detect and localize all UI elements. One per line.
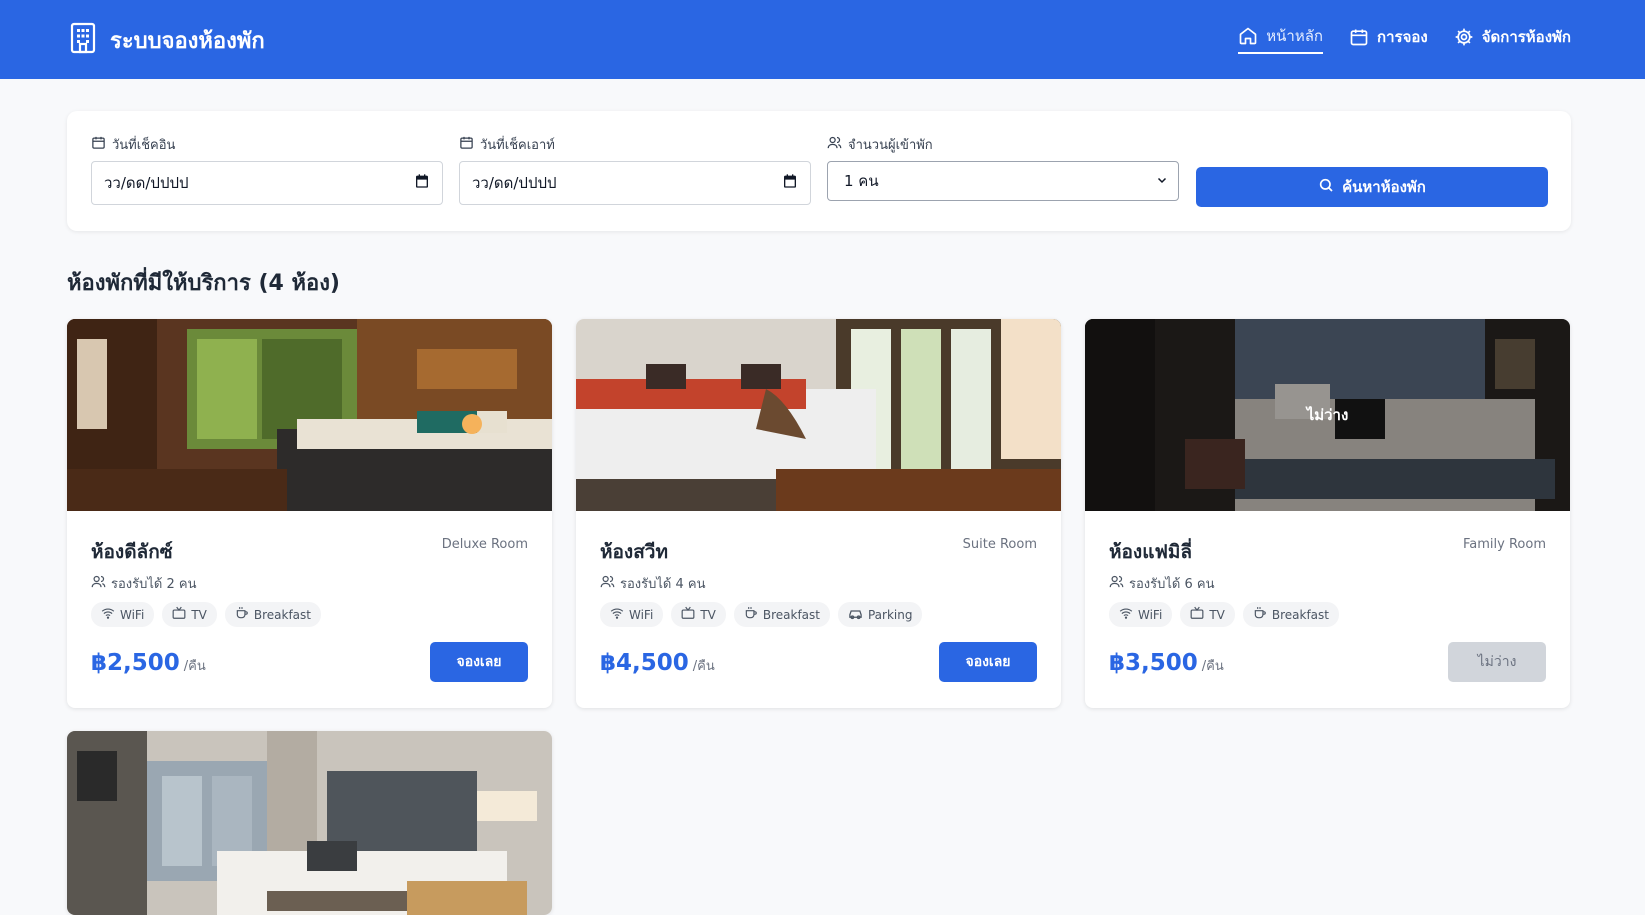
amenity-tag: TV	[671, 602, 726, 627]
amenity-list: WiFi TV Breakfast	[1109, 602, 1339, 627]
users-icon	[1109, 574, 1124, 593]
calendar-icon	[1349, 27, 1369, 47]
wifi-icon	[610, 607, 624, 622]
room-capacity: รองรับได้ 6 คน	[1109, 573, 1214, 594]
calendar-icon	[91, 135, 106, 154]
coffee-icon	[1253, 606, 1267, 623]
amenity-tag: Breakfast	[733, 602, 830, 627]
amenity-tag: WiFi	[91, 602, 155, 627]
guests-label: จำนวนผู้เข้าพัก	[848, 137, 933, 153]
room-card: ไม่ว่าง ห้องแฟมิลี่ Family Room รองรับได…	[1085, 319, 1570, 708]
tv-icon	[1190, 606, 1204, 623]
amenity-list: WiFi TV Breakfast Parking	[600, 602, 923, 627]
room-type: Suite Room	[962, 537, 1037, 552]
amenity-tag: WiFi	[600, 602, 664, 627]
guests-select[interactable]: 1 คน	[827, 161, 1179, 201]
calendar-picker-icon[interactable]	[414, 173, 430, 193]
tv-icon	[172, 606, 186, 623]
checkout-field: วันที่เช็คเอาท์ วว/ดด/ปปปป	[459, 135, 811, 205]
coffee-icon	[235, 606, 249, 623]
unavailable-overlay: ไม่ว่าง	[1085, 319, 1570, 511]
room-type: Family Room	[1463, 537, 1546, 552]
search-icon	[1318, 177, 1334, 197]
unavailable-button[interactable]: ไม่ว่าง	[1448, 642, 1546, 682]
room-card: ห้องสวีท Suite Room รองรับได้ 4 คน WiFi …	[576, 319, 1061, 708]
room-name: ห้องแฟมิลี่	[1109, 541, 1193, 563]
room-image	[576, 319, 1061, 511]
wifi-icon	[1119, 607, 1133, 622]
users-icon	[91, 574, 106, 593]
amenity-tag: Breakfast	[1242, 602, 1339, 627]
checkin-date-value: วว/ดด/ปปปป	[104, 174, 189, 192]
room-card: ห้องดีลักซ์ Deluxe Room รองรับได้ 2 คน W…	[67, 319, 552, 708]
section-title: ห้องพักที่มีให้บริการ (4 ห้อง)	[67, 271, 340, 296]
calendar-icon	[459, 135, 474, 154]
amenity-list: WiFi TV Breakfast	[91, 602, 321, 627]
tv-icon	[681, 606, 695, 623]
amenity-tag: TV	[162, 602, 217, 627]
car-icon	[848, 607, 863, 623]
checkin-field: วันที่เช็คอิน วว/ดด/ปปปป	[91, 135, 443, 205]
building-icon	[70, 22, 96, 58]
checkout-date-value: วว/ดด/ปปปป	[472, 174, 557, 192]
nav-manage-rooms-label: จัดการห้องพัก	[1481, 28, 1571, 46]
room-image	[67, 731, 552, 915]
room-image	[67, 319, 552, 511]
room-name: ห้องสวีท	[600, 541, 669, 563]
room-type: Deluxe Room	[441, 537, 528, 552]
amenity-tag: Breakfast	[224, 602, 321, 627]
users-icon	[827, 135, 842, 154]
guests-field: จำนวนผู้เข้าพัก 1 คน	[827, 135, 1179, 201]
room-capacity: รองรับได้ 2 คน	[91, 573, 196, 594]
checkin-date-input[interactable]: วว/ดด/ปปปป	[91, 161, 443, 205]
search-rooms-button[interactable]: ค้นหาห้องพัก	[1196, 167, 1548, 207]
nav-manage-rooms[interactable]: จัดการห้องพัก	[1454, 24, 1571, 54]
search-panel: วันที่เช็คอิน วว/ดด/ปปปป วันที่เช็คเอาท์…	[67, 111, 1571, 231]
room-price: ฿2,500 /คืน	[91, 650, 206, 676]
room-image: ไม่ว่าง	[1085, 319, 1570, 511]
checkin-label: วันที่เช็คอิน	[112, 137, 176, 153]
nav-home-label: หน้าหลัก	[1266, 27, 1324, 45]
main-nav: หน้าหลัก การจอง จัดการห้องพัก	[1238, 24, 1571, 54]
guests-select-value: 1 คน	[844, 172, 879, 190]
book-now-button[interactable]: จองเลย	[430, 642, 528, 682]
checkout-label: วันที่เช็คเอาท์	[480, 137, 555, 153]
app-title: ระบบจองห้องพัก	[110, 28, 265, 54]
amenity-tag: WiFi	[1109, 602, 1173, 627]
room-price: ฿4,500 /คืน	[600, 650, 715, 676]
amenity-tag: Parking	[837, 602, 923, 627]
nav-home[interactable]: หน้าหลัก	[1238, 24, 1324, 54]
home-icon	[1238, 26, 1258, 46]
users-icon	[600, 574, 615, 593]
coffee-icon	[744, 606, 758, 623]
wifi-icon	[101, 607, 115, 622]
gear-icon	[1454, 27, 1474, 47]
room-capacity: รองรับได้ 4 คน	[600, 573, 705, 594]
checkout-date-input[interactable]: วว/ดด/ปปปป	[459, 161, 811, 205]
brand[interactable]: ระบบจองห้องพัก	[70, 22, 265, 58]
room-name: ห้องดีลักซ์	[91, 541, 173, 563]
chevron-down-icon	[1156, 172, 1168, 190]
room-card	[67, 731, 552, 915]
nav-bookings-label: การจอง	[1377, 28, 1428, 46]
book-now-button[interactable]: จองเลย	[939, 642, 1037, 682]
search-button-label: ค้นหาห้องพัก	[1342, 178, 1426, 196]
calendar-picker-icon[interactable]	[782, 173, 798, 193]
amenity-tag: TV	[1180, 602, 1235, 627]
room-price: ฿3,500 /คืน	[1109, 650, 1224, 676]
top-navbar: ระบบจองห้องพัก หน้าหลัก การจอง จัดการห้อ…	[0, 0, 1645, 79]
nav-bookings[interactable]: การจอง	[1349, 24, 1428, 54]
